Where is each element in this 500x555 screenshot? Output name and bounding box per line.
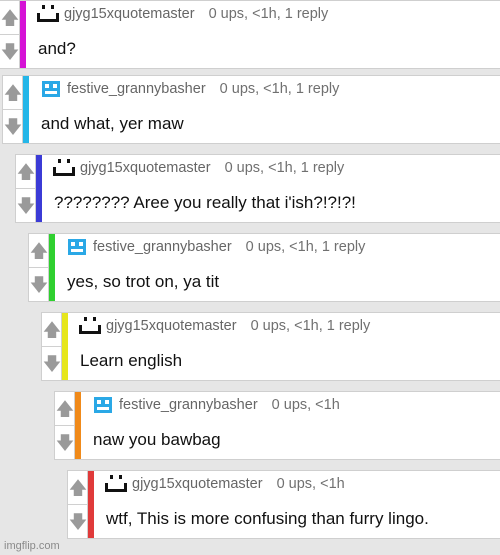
comment-meta: 0 ups, <1h [276,476,345,492]
upvote-icon[interactable]: 🡅 [16,155,36,189]
username-link[interactable]: festive_grannybasher [119,397,258,413]
comment-text: yes, so trot on, ya tit [67,272,220,291]
meme-face-icon [94,397,112,413]
comment-meta: 0 ups, <1h, 1 reply [224,160,345,176]
vote-column: 🡅 🡇 [3,76,23,143]
username-link[interactable]: festive_grannybasher [93,239,232,255]
comment-text: naw you bawbag [93,430,221,449]
downvote-icon[interactable]: 🡇 [16,189,36,223]
smiley-face-icon [37,5,59,22]
username-link[interactable]: gjyg15xquotemaster [132,476,263,492]
username-link[interactable]: gjyg15xquotemaster [80,160,211,176]
comment: 🡅 🡇 gjyg15xquotemaster 0 ups, <1h, 1 rep… [41,312,500,381]
meme-face-icon [42,81,60,97]
vote-column: 🡅 🡇 [0,1,20,68]
comment-meta: 0 ups, <1h, 1 reply [250,318,371,334]
downvote-icon[interactable]: 🡇 [3,110,23,144]
comment-header: gjyg15xquotemaster 0 ups, <1h, 1 reply [36,5,328,23]
thread-depth-bar [49,234,55,301]
comment-meta: 0 ups, <1h, 1 reply [208,6,329,22]
vote-column: 🡅 🡇 [55,392,75,459]
comment-header: gjyg15xquotemaster 0 ups, <1h [104,475,345,493]
thread-depth-bar [23,76,29,143]
thread-depth-bar [62,313,68,380]
comment-header: festive_grannybasher 0 ups, <1h [91,396,340,414]
comment-header: gjyg15xquotemaster 0 ups, <1h, 1 reply [78,317,370,335]
thread-depth-bar [20,1,26,68]
comment: 🡅 🡇 festive_grannybasher 0 ups, <1h, 1 r… [28,233,500,302]
comment-text: Learn english [80,351,183,370]
downvote-icon[interactable]: 🡇 [68,505,88,539]
thread-depth-bar [36,155,42,222]
comment-header: gjyg15xquotemaster 0 ups, <1h, 1 reply [52,159,344,177]
comment-text: and? [38,39,76,58]
upvote-icon[interactable]: 🡅 [0,1,20,35]
upvote-icon[interactable]: 🡅 [3,76,23,110]
smiley-face-icon [79,317,101,334]
comment: 🡅 🡇 gjyg15xquotemaster 0 ups, <1h, 1 rep… [15,154,500,223]
meme-face-icon [68,239,86,255]
downvote-icon[interactable]: 🡇 [55,426,75,460]
vote-column: 🡅 🡇 [42,313,62,380]
comment: 🡅 🡇 festive_grannybasher 0 ups, <1h, 1 r… [2,75,500,144]
username-link[interactable]: festive_grannybasher [67,81,206,97]
comment-header: festive_grannybasher 0 ups, <1h, 1 reply [65,238,365,256]
watermark: imgflip.com [4,540,60,552]
thread-depth-bar [75,392,81,459]
downvote-icon[interactable]: 🡇 [29,268,49,302]
comment-text: wtf, This is more confusing than furry l… [106,509,429,528]
upvote-icon[interactable]: 🡅 [55,392,75,426]
vote-column: 🡅 🡇 [16,155,36,222]
comment-meta: 0 ups, <1h, 1 reply [245,239,366,255]
comment: 🡅 🡇 festive_grannybasher 0 ups, <1h naw … [54,391,500,460]
vote-column: 🡅 🡇 [68,471,88,538]
comment-text: and what, yer maw [41,114,184,133]
downvote-icon[interactable]: 🡇 [42,347,62,381]
upvote-icon[interactable]: 🡅 [68,471,88,505]
username-link[interactable]: gjyg15xquotemaster [106,318,237,334]
comment-text: ???????? Aree you really that i'ish?!?!?… [54,193,356,212]
vote-column: 🡅 🡇 [29,234,49,301]
smiley-face-icon [105,475,127,492]
upvote-icon[interactable]: 🡅 [29,234,49,268]
username-link[interactable]: gjyg15xquotemaster [64,6,195,22]
thread-depth-bar [88,471,94,538]
comment-header: festive_grannybasher 0 ups, <1h, 1 reply [39,80,339,98]
comment-meta: 0 ups, <1h [271,397,340,413]
comment: 🡅 🡇 gjyg15xquotemaster 0 ups, <1h wtf, T… [67,470,500,539]
downvote-icon[interactable]: 🡇 [0,35,20,69]
comment: 🡅 🡇 gjyg15xquotemaster 0 ups, <1h, 1 rep… [0,0,500,69]
smiley-face-icon [53,159,75,176]
upvote-icon[interactable]: 🡅 [42,313,62,347]
comment-meta: 0 ups, <1h, 1 reply [219,81,340,97]
